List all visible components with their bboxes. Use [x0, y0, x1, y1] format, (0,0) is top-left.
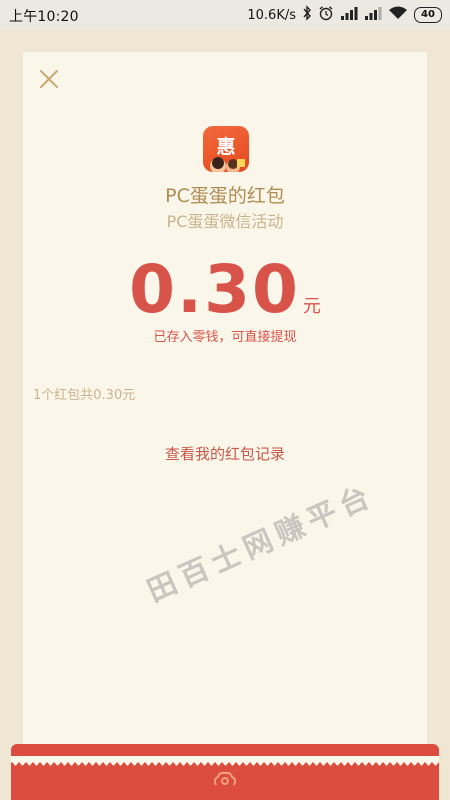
saved-note: 已存入零钱，可直接提现 — [153, 330, 297, 345]
sender-subtitle: PC蛋蛋微信活动 — [166, 212, 284, 231]
view-records-link[interactable]: 查看我的红包记录 — [0, 443, 450, 464]
bluetooth-icon — [302, 5, 312, 25]
alarm-icon — [318, 5, 334, 25]
packet-summary: 1个红包共0.30元 — [33, 388, 136, 403]
signal-icon-2 — [364, 6, 382, 24]
signal-icon — [340, 6, 358, 24]
app-icon: 惠 — [203, 126, 249, 172]
amount-value: 0.30 — [129, 251, 300, 328]
app-icon-glyph: 惠 — [216, 136, 235, 158]
status-icons: 10.6K/s 40 — [247, 5, 442, 25]
zigzag-edge — [11, 756, 439, 766]
status-time: 上午10:20 — [9, 9, 79, 25]
status-bar: 上午10:20 10.6K/s 40 — [0, 0, 450, 30]
cloud-logo-icon — [212, 771, 238, 789]
network-speed: 10.6K/s — [247, 7, 296, 23]
wifi-icon — [388, 6, 408, 24]
amount-unit: 元 — [302, 296, 321, 317]
amount-row: 0.30 元 — [0, 254, 450, 326]
close-button[interactable] — [38, 68, 60, 90]
battery-icon: 40 — [414, 7, 442, 23]
sender-name: PC蛋蛋的红包 — [165, 185, 285, 207]
close-icon — [40, 70, 58, 88]
